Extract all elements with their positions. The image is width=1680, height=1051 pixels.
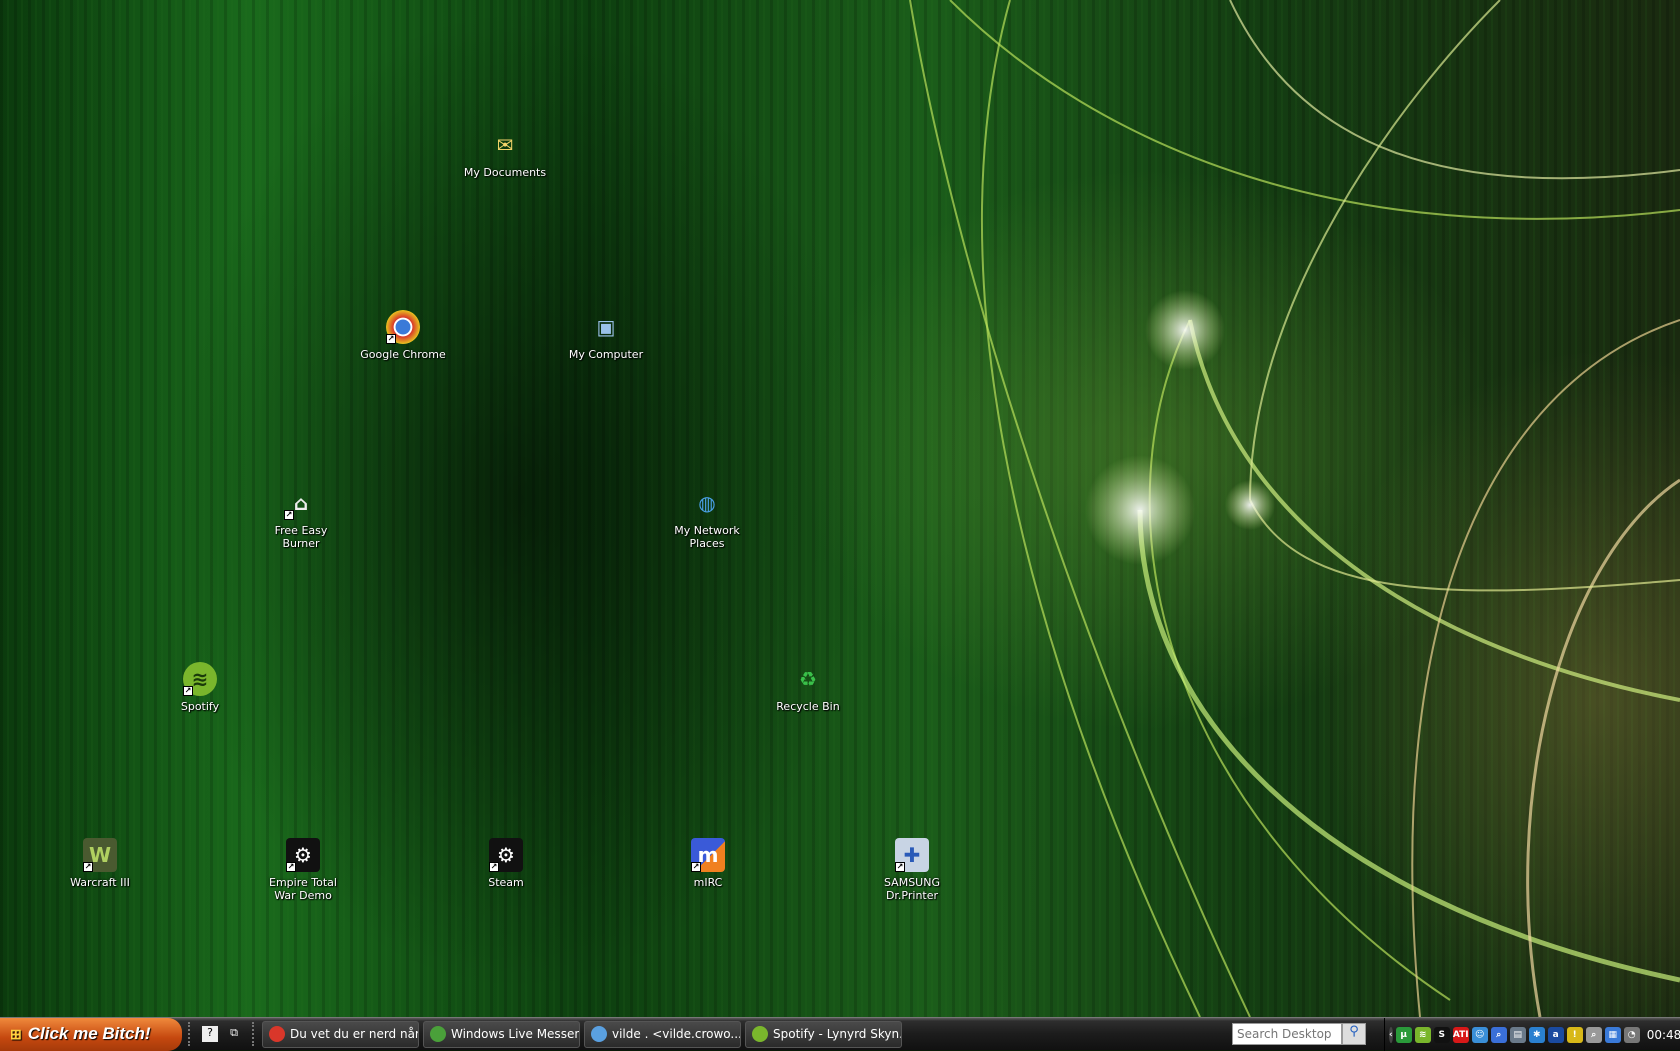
security-shield-tray-icon[interactable]: !: [1566, 1026, 1583, 1043]
network-x-tray-icon[interactable]: ✱: [1528, 1026, 1545, 1043]
desktop-icon-samsung-dr-printer[interactable]: ✚ ↗ SAMSUNG Dr.Printer: [867, 838, 957, 902]
my-documents-icon: ✉: [496, 133, 514, 157]
mirc-icon: m ↗: [691, 838, 725, 872]
desktop-icon-my-documents[interactable]: ✉ My Documents: [460, 128, 550, 179]
ati-tray-icon[interactable]: ATI: [1452, 1026, 1469, 1043]
shortcut-arrow-icon: ↗: [83, 862, 93, 872]
shortcut-arrow-icon: ↗: [284, 510, 294, 520]
desktop-icon-google-chrome[interactable]: ↗ Google Chrome: [358, 310, 448, 361]
shortcut-arrow-icon: ↗: [386, 334, 396, 344]
messenger-tray-icon[interactable]: ☺: [1471, 1026, 1488, 1043]
magnifier-tray-icon[interactable]: ⌕: [1585, 1026, 1602, 1043]
steam-icon: ⚙ ↗: [489, 838, 523, 872]
search-desktop-input[interactable]: [1232, 1023, 1342, 1045]
taskbar-button-messenger[interactable]: Windows Live Messen...: [423, 1020, 580, 1048]
task-label: Spotify - Lynyrd Skyn...: [773, 1027, 902, 1041]
steam-icon: ⚙ ↗: [286, 838, 320, 872]
icon-label: My Documents: [463, 166, 547, 179]
network-connections-tray-icon[interactable]: ▦: [1604, 1026, 1621, 1043]
burner-icon: ⌂ ↗: [284, 491, 309, 520]
icon-label: Empire Total War Demo: [269, 876, 337, 902]
spotify-tray-icon[interactable]: ≋: [1414, 1026, 1431, 1043]
desktop-icon-my-network-places[interactable]: ◍ My Network Places: [662, 486, 752, 550]
shortcut-arrow-icon: ↗: [895, 862, 905, 872]
wallpaper-light-streaks: [909, 0, 1680, 1017]
steam-tray-icon[interactable]: S: [1433, 1026, 1450, 1043]
desktop-search: ⚲: [1232, 1023, 1366, 1045]
windows-logo-icon: ⊞: [10, 1025, 22, 1042]
icon-label: SAMSUNG Dr.Printer: [884, 876, 940, 902]
icon-label: Free Easy Burner: [274, 524, 328, 550]
desktop-icon-steam[interactable]: ⚙ ↗ Steam: [461, 838, 551, 889]
toolbar-grip[interactable]: [252, 1022, 256, 1046]
network-places-icon: ◍: [698, 491, 716, 515]
desktop-icon-mirc[interactable]: m ↗ mIRC: [663, 838, 753, 889]
messenger-buddy-icon: [591, 1026, 607, 1042]
taskbar-button-chrome[interactable]: Du vet du er nerd når...: [262, 1020, 419, 1048]
search-icon[interactable]: ⚲: [1342, 1023, 1366, 1045]
shortcut-arrow-icon: ↗: [691, 862, 701, 872]
toolbar-grip[interactable]: [188, 1022, 192, 1046]
icon-label: Recycle Bin: [776, 700, 840, 713]
system-tray: ‹ µ ≋ S ATI ☺ ⌕ ▤ ✱ a! ⌕ ▦ ◔ 00:48: [1384, 1018, 1680, 1051]
desktop-icon-warcraft-iii[interactable]: W ↗ Warcraft III: [55, 838, 145, 889]
desktop-wallpaper: ✉ My Documents ↗ Google Chrome ▣ My Comp…: [0, 0, 1680, 1017]
desktop-icon-free-easy-burner[interactable]: ⌂ ↗ Free Easy Burner: [256, 486, 346, 550]
desktop-icon-empire-total-war-demo[interactable]: ⚙ ↗ Empire Total War Demo: [258, 838, 348, 902]
avast-tray-icon[interactable]: a: [1547, 1026, 1564, 1043]
taskbar-button-chat[interactable]: vilde . <vilde.crowo...: [584, 1020, 741, 1048]
icon-label: mIRC: [693, 876, 723, 889]
printer-icon: ✚ ↗: [895, 838, 929, 872]
tray-expand-chevron-icon[interactable]: ‹: [1389, 1026, 1393, 1043]
desktop-icon-recycle-bin[interactable]: ♻ Recycle Bin: [763, 662, 853, 713]
search-tray-icon[interactable]: ⌕: [1490, 1026, 1507, 1043]
task-label: Windows Live Messen...: [451, 1027, 580, 1041]
start-button[interactable]: ⊞ Click me Bitch!: [0, 1017, 182, 1051]
shortcut-arrow-icon: ↗: [286, 862, 296, 872]
chrome-icon: ↗: [386, 310, 420, 344]
desktop-icon-spotify[interactable]: ≋ ↗ Spotify: [155, 662, 245, 713]
taskbar: ⊞ Click me Bitch! ? ⧉ Du vet du er nerd …: [0, 1017, 1680, 1051]
messenger-icon: [430, 1026, 446, 1042]
spotify-icon: [752, 1026, 768, 1042]
computer-icon: ▣: [596, 315, 616, 339]
help-icon[interactable]: ?: [202, 1026, 218, 1042]
utorrent-tray-icon[interactable]: µ: [1395, 1026, 1412, 1043]
shortcut-arrow-icon: ↗: [489, 862, 499, 872]
icon-label: Steam: [488, 876, 524, 889]
volume-tray-icon[interactable]: ◔: [1623, 1026, 1640, 1043]
start-label: Click me Bitch!: [27, 1024, 151, 1043]
spotify-icon: ≋ ↗: [183, 662, 217, 696]
taskbar-button-spotify[interactable]: Spotify - Lynyrd Skyn...: [745, 1020, 902, 1048]
switch-windows-icon[interactable]: ⧉: [226, 1026, 242, 1042]
recycle-bin-icon: ♻: [799, 667, 817, 691]
icon-label: My Network Places: [674, 524, 740, 550]
icon-label: Google Chrome: [360, 348, 446, 361]
desktop-icon-my-computer[interactable]: ▣ My Computer: [561, 310, 651, 361]
icon-label: My Computer: [568, 348, 644, 361]
task-label: Du vet du er nerd når...: [290, 1027, 419, 1041]
clock[interactable]: 00:48: [1647, 1028, 1680, 1042]
warcraft-icon: W ↗: [83, 838, 117, 872]
chrome-icon: [269, 1026, 285, 1042]
icon-label: Spotify: [180, 700, 220, 713]
device-tray-icon[interactable]: ▤: [1509, 1026, 1526, 1043]
task-label: vilde . <vilde.crowo...: [612, 1027, 741, 1041]
icon-label: Warcraft III: [70, 876, 130, 889]
shortcut-arrow-icon: ↗: [183, 686, 193, 696]
